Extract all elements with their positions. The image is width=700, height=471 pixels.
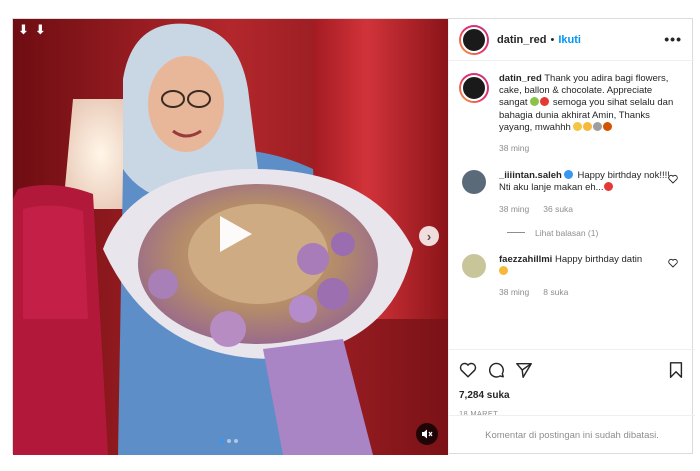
heart-emoji-icon [540, 97, 550, 107]
next-slide-button[interactable]: › [419, 226, 439, 246]
comment-username[interactable]: faezzahillmi [499, 254, 552, 265]
instagram-post: ⬇ ⬇ › datin_red • Ikuti ••• datin_red Th… [12, 18, 695, 455]
gift-emoji-icon [603, 121, 613, 131]
like-count[interactable]: 7,284 suka [459, 390, 685, 401]
comment-time: 38 ming [499, 287, 530, 298]
header-username[interactable]: datin_red [497, 34, 547, 46]
more-options-icon[interactable]: ••• [664, 31, 682, 47]
like-comment-heart-icon[interactable] [668, 258, 678, 268]
carousel-dot-active [220, 439, 224, 443]
top-left-icons: ⬇ ⬇ [18, 23, 46, 37]
post-panel: datin_red • Ikuti ••• datin_red Thank yo… [448, 19, 695, 455]
caption-time: 38 ming [499, 143, 530, 154]
post-header: datin_red • Ikuti ••• [449, 19, 694, 61]
comment-avatar[interactable] [462, 253, 486, 278]
comment-likes[interactable]: 8 suka [543, 286, 568, 298]
comment-icon[interactable] [487, 361, 505, 379]
mute-button[interactable] [416, 423, 438, 445]
bookmark-icon[interactable] [667, 361, 685, 379]
like-heart-icon[interactable] [459, 361, 477, 379]
comment-item: _iiiintan.saleh Happy birthday nok!!!! N… [459, 170, 684, 215]
heart-emoji-icon [573, 121, 583, 131]
carousel-dot [234, 439, 238, 443]
view-replies-button[interactable]: Lihat balasan (1) [507, 228, 684, 238]
caption-avatar[interactable] [459, 73, 489, 103]
comment-time: 38 ming [499, 203, 530, 214]
comment-likes[interactable]: 36 suka [543, 203, 573, 215]
carousel-dots [220, 439, 238, 443]
emoji-icon [530, 97, 540, 107]
comment-avatar[interactable] [462, 170, 486, 195]
verified-icon [563, 170, 573, 180]
caption-username[interactable]: datin_red [499, 73, 542, 84]
speaker-muted-icon [422, 429, 433, 439]
comment-text: Happy birthday datin [554, 253, 643, 265]
caption: datin_red Thank you adira bagi flowers, … [459, 73, 684, 154]
comments-list: datin_red Thank you adira bagi flowers, … [449, 61, 694, 350]
chevron-right-icon: › [426, 228, 432, 244]
comment-username[interactable]: _iiiintan.saleh [499, 170, 562, 181]
follow-button[interactable]: Ikuti [558, 34, 581, 46]
share-icon[interactable] [515, 361, 533, 379]
carousel-dot [227, 439, 231, 443]
avatar[interactable] [459, 24, 489, 55]
play-icon[interactable] [212, 212, 256, 256]
post-video[interactable]: ⬇ ⬇ › [13, 19, 448, 455]
face-emoji-icon [583, 121, 593, 131]
view-replies-label: Lihat balasan (1) [535, 227, 599, 238]
separator: • [550, 33, 555, 46]
comment-item: faezzahillmi Happy birthday datin 38 min… [459, 253, 684, 299]
comments-disabled-notice: Komentar di postingan ini sudah dibatasi… [449, 415, 695, 455]
download-icon-2: ⬇ [34, 22, 46, 37]
emoji-icon [593, 121, 603, 131]
replies-divider [507, 232, 525, 234]
post-actions: 7,284 suka 18 MARET [449, 349, 695, 424]
download-icon: ⬇ [18, 22, 29, 37]
heart-emoji-icon [603, 182, 613, 192]
heart-eyes-emoji-icon [499, 266, 508, 276]
like-comment-heart-icon[interactable] [668, 174, 678, 184]
